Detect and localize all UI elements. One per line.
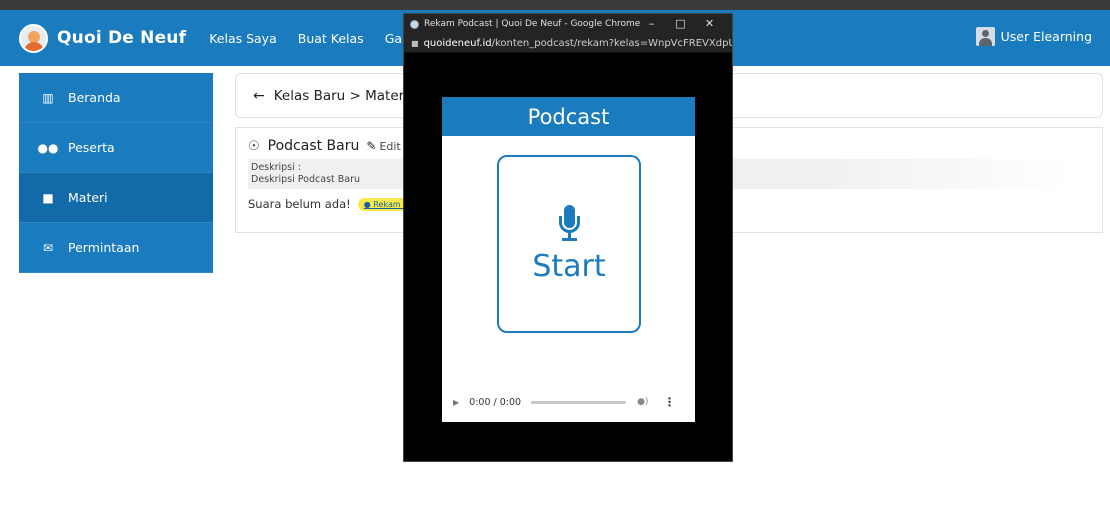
edit-button[interactable]: ✎ Edit xyxy=(366,139,400,153)
no-audio-text: Suara belum ada! xyxy=(248,197,351,211)
sidebar-item-materi[interactable]: ■ Materi xyxy=(19,173,213,223)
user-menu[interactable]: User Elearning xyxy=(975,27,1092,46)
volume-icon[interactable]: ●) xyxy=(637,397,648,407)
edit-label: Edit xyxy=(379,139,401,153)
recorder-header: Podcast xyxy=(442,97,695,136)
nav-kelas-saya[interactable]: Kelas Saya xyxy=(209,31,277,46)
popup-url-bar[interactable]: ■ quoideneuf.id/konten_podcast/rekam?kel… xyxy=(404,34,732,53)
podcast-title: Podcast Baru xyxy=(267,138,360,154)
breadcrumb-text: Kelas Baru > Materi 2 xyxy=(273,87,421,104)
sidebar-item-permintaan[interactable]: ✉ Permintaan xyxy=(19,223,213,273)
sidebar-item-label: Materi xyxy=(68,190,108,205)
nav-buat-kelas[interactable]: Buat Kelas xyxy=(298,31,364,46)
start-record-button[interactable]: Start xyxy=(497,155,641,333)
envelope-icon: ✉ xyxy=(42,240,54,255)
play-icon[interactable]: ▶ xyxy=(453,398,459,407)
popup-window: Rekam Podcast | Quoi De Neuf - Google Ch… xyxy=(403,13,733,462)
building-icon: ▥ xyxy=(42,90,54,105)
url-path: /konten_podcast/rekam?kelas=WnpVcFREVXdp… xyxy=(491,37,732,49)
url-host: quoideneuf.id xyxy=(423,37,492,49)
sidebar-item-label: Permintaan xyxy=(68,240,140,255)
lock-icon: ■ xyxy=(411,38,419,48)
audio-time: 0:00 / 0:00 xyxy=(469,396,522,408)
start-label: Start xyxy=(532,248,606,284)
maximize-icon[interactable]: □ xyxy=(666,17,695,30)
sidebar-item-label: Peserta xyxy=(68,140,115,155)
sidebar-item-label: Beranda xyxy=(68,90,121,105)
more-options-icon[interactable]: ⋮ xyxy=(663,395,675,409)
close-icon[interactable]: ✕ xyxy=(695,17,724,30)
sidebar: ▥ Beranda ●● Peserta ■ Materi ✉ Perminta… xyxy=(19,73,213,273)
audio-player: ▶ 0:00 / 0:00 ●) ⋮ xyxy=(453,391,679,413)
brand[interactable]: Quoi De Neuf xyxy=(19,23,187,53)
popup-window-title: Rekam Podcast | Quoi De Neuf - Google Ch… xyxy=(424,19,641,29)
audio-progress-track[interactable] xyxy=(531,400,627,404)
arrow-left-icon[interactable]: ← xyxy=(253,88,265,104)
edit-icon: ✎ xyxy=(366,139,377,153)
popup-titlebar: Rekam Podcast | Quoi De Neuf - Google Ch… xyxy=(404,14,732,34)
recorder-frame: Podcast Start ▶ 0:00 / 0:00 ●) ⋮ xyxy=(442,97,695,422)
avatar xyxy=(975,27,995,46)
user-name: User Elearning xyxy=(1000,29,1092,44)
sidebar-item-peserta[interactable]: ●● Peserta xyxy=(19,123,213,173)
podcast-icon: ☉ xyxy=(248,138,260,154)
chrome-icon xyxy=(410,19,419,29)
sidebar-item-beranda[interactable]: ▥ Beranda xyxy=(19,73,213,123)
brand-name: Quoi De Neuf xyxy=(57,28,187,48)
users-icon: ●● xyxy=(37,140,59,155)
teacher-icon: ■ xyxy=(42,190,54,205)
minimize-icon[interactable]: – xyxy=(637,17,666,30)
microphone-icon xyxy=(559,204,580,245)
browser-top-strip xyxy=(0,0,1110,10)
brand-logo-icon xyxy=(19,23,48,53)
